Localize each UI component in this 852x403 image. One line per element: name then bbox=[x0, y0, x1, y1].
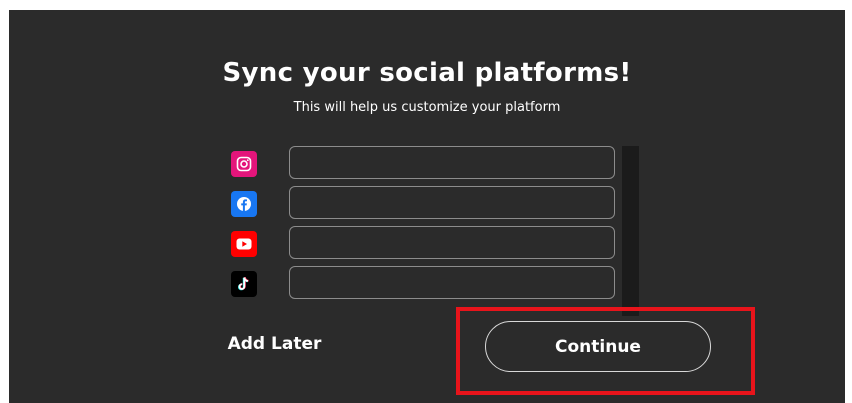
social-row-youtube bbox=[209, 226, 619, 262]
scrollbar[interactable] bbox=[622, 146, 639, 316]
youtube-field[interactable] bbox=[289, 226, 615, 259]
youtube-icon bbox=[231, 231, 257, 257]
tiktok-icon bbox=[231, 271, 257, 297]
social-row-facebook bbox=[209, 186, 619, 222]
facebook-field[interactable] bbox=[289, 186, 615, 219]
facebook-icon bbox=[231, 191, 257, 217]
instagram-icon bbox=[231, 151, 257, 177]
continue-button[interactable]: Continue bbox=[485, 321, 711, 372]
add-later-button[interactable]: Add Later bbox=[207, 334, 342, 354]
sync-social-panel: Sync your social platforms! This will he… bbox=[9, 10, 845, 403]
tiktok-field[interactable] bbox=[289, 266, 615, 299]
social-row-instagram bbox=[209, 146, 619, 182]
instagram-field[interactable] bbox=[289, 146, 615, 179]
social-row-tiktok bbox=[209, 266, 619, 302]
social-inputs-list bbox=[209, 146, 641, 316]
page-title: Sync your social platforms! bbox=[222, 58, 632, 88]
page-subtitle: This will help us customize your platfor… bbox=[293, 100, 561, 115]
